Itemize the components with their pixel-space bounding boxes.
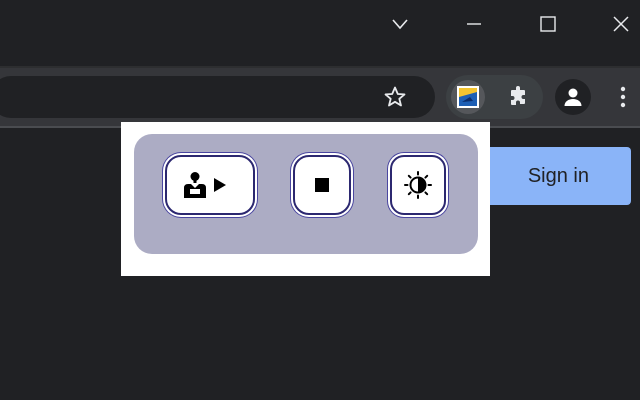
read-aloud-extension-icon: [457, 86, 479, 108]
minimize-icon: [467, 23, 481, 25]
puzzle-piece-icon: [511, 86, 525, 105]
maximize-button[interactable]: [532, 8, 564, 40]
close-button[interactable]: [605, 8, 637, 40]
contrast-button[interactable]: [390, 155, 446, 215]
read-aloud-play-button[interactable]: [165, 155, 255, 215]
title-bar: [0, 0, 640, 66]
reader-play-icon: [184, 172, 226, 198]
extension-popup: [121, 122, 490, 276]
brightness-contrast-icon: [404, 171, 432, 199]
stop-square-icon: [315, 178, 329, 192]
sign-in-button[interactable]: Sign in: [470, 147, 631, 205]
close-icon: [613, 16, 629, 32]
chrome-menu-button[interactable]: [610, 81, 636, 113]
chevron-down-icon: [392, 19, 408, 30]
star-outline-icon: [384, 86, 406, 107]
control-panel: [134, 134, 478, 254]
extensions-group: [446, 75, 543, 119]
profile-button[interactable]: [555, 79, 591, 115]
maximize-icon: [540, 16, 556, 32]
extensions-menu-button[interactable]: [503, 82, 533, 112]
tab-search-button[interactable]: [384, 8, 416, 40]
stop-button[interactable]: [293, 155, 351, 215]
person-icon: [564, 88, 582, 106]
read-aloud-extension-button[interactable]: [451, 80, 485, 114]
bookmark-star-button[interactable]: [378, 85, 412, 109]
address-bar[interactable]: [0, 76, 435, 118]
browser-toolbar: [0, 68, 640, 126]
kebab-menu-icon: [620, 86, 626, 108]
minimize-button[interactable]: [458, 8, 490, 40]
